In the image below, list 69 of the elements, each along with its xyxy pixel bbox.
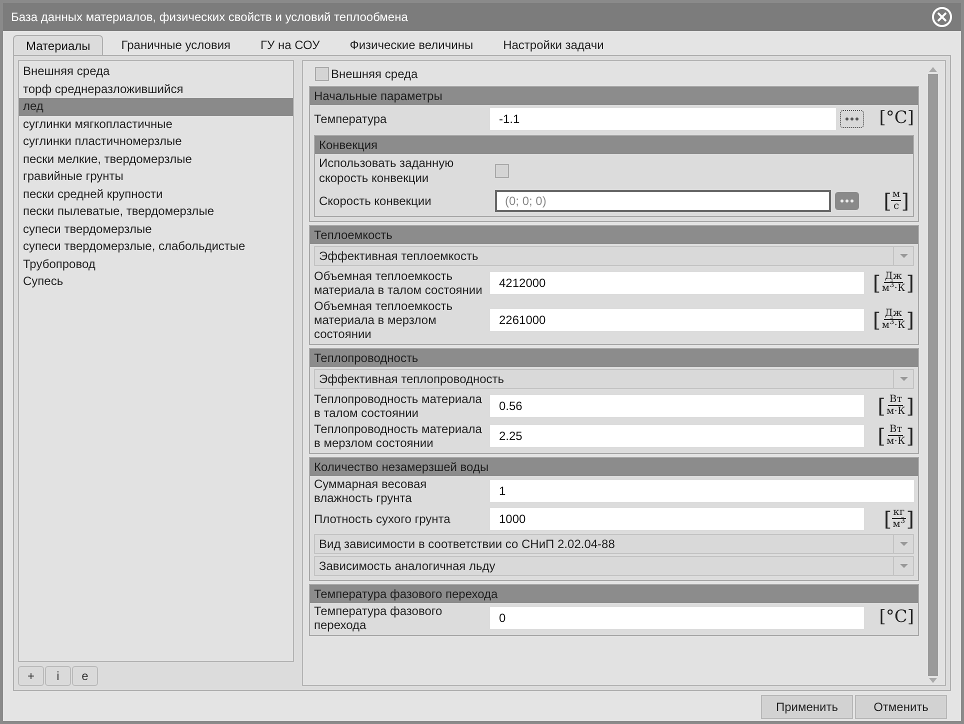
field-label: Суммарная весовая влажность грунта — [314, 476, 428, 504]
field-label: Скорость конвекции — [319, 194, 432, 208]
field-label: Температура — [314, 112, 388, 126]
tab[interactable]: Физические величины — [338, 35, 486, 55]
input-field[interactable]: 1 — [490, 480, 914, 502]
list-item[interactable]: Супесь — [19, 273, 293, 290]
list-item[interactable]: пески пылеватые, твердомерзлые — [19, 203, 293, 220]
checkbox[interactable] — [315, 67, 329, 81]
input-field[interactable]: 1000 — [490, 508, 864, 530]
input-field[interactable]: 2.25 — [490, 424, 864, 446]
list-item[interactable]: суглинки мягкопластичные — [19, 116, 293, 133]
list-item[interactable]: гравийные грунты — [19, 168, 293, 186]
list-action-button[interactable]: e — [72, 666, 98, 686]
footer-button[interactable]: Применить — [761, 695, 853, 719]
section-header: Теплоемкость — [310, 226, 918, 244]
section-header: Теплопроводность — [310, 348, 918, 366]
caret-icon — [900, 542, 908, 546]
list-item[interactable]: лед — [19, 98, 293, 116]
field-label: Объемная теплоемкость материала в талом состоянии — [314, 268, 484, 296]
field-label: Теплопроводность материала в талом состоянии — [314, 392, 483, 420]
ellipsis-button[interactable] — [840, 110, 864, 128]
scroll-down-icon — [929, 678, 937, 683]
list-item[interactable]: пески средней крупности — [19, 186, 293, 203]
section-header: Температура фазового перехода — [310, 584, 918, 602]
input-field[interactable]: 2261000 — [490, 308, 864, 330]
unit-label: [°C] — [879, 107, 914, 130]
caret-icon — [900, 376, 908, 380]
tab[interactable]: Граничные условия — [109, 35, 243, 55]
caret-icon — [900, 564, 908, 568]
dropdown[interactable]: Эффективная теплопроводность — [314, 368, 914, 388]
dropdown[interactable]: Вид зависимости в соответствии со СНиП 2.02.04-88 — [314, 534, 914, 554]
section-header: Начальные параметры — [310, 87, 918, 105]
input-field[interactable]: 0 — [490, 606, 864, 628]
field-label: Плотность сухого грунта — [314, 512, 452, 526]
checkbox[interactable] — [495, 164, 509, 178]
input-field[interactable]: -1.1 — [490, 108, 836, 130]
window-title: База данных материалов, физических свойств и условий теплообмена — [11, 9, 409, 26]
field-label: Объемная теплоемкость материала в мерзлом состоянии — [314, 298, 454, 340]
scrollbar[interactable] — [927, 65, 939, 685]
footer-button[interactable]: Отменить — [855, 695, 947, 719]
list-item[interactable]: суглинки пластичномерзлые — [19, 133, 293, 150]
field-label: Температура фазового перехода — [314, 604, 444, 632]
list-item[interactable]: пески мелкие, твердомерзлые — [19, 150, 293, 168]
input-field[interactable]: 4212000 — [490, 272, 864, 294]
list-item[interactable]: Внешняя среда — [19, 63, 293, 80]
list-item[interactable]: супеси твердомерзлые — [19, 220, 293, 238]
scroll-up-icon — [929, 67, 937, 72]
list-item[interactable]: Трубопровод — [19, 256, 293, 273]
tab[interactable]: Материалы — [13, 35, 104, 55]
dropdown[interactable]: Зависимость аналогичная льду — [314, 556, 914, 576]
dropdown[interactable]: Эффективная теплоемкость — [314, 246, 914, 266]
field-label: Теплопроводность материала в мерзлом состоянии — [314, 422, 483, 450]
checkbox-label: Внешняя среда — [331, 66, 418, 83]
section-header: Конвекция — [315, 136, 913, 154]
caret-icon — [900, 254, 908, 258]
list-action-button[interactable]: i — [45, 666, 71, 686]
section-header: Количество незамерзшей воды — [310, 458, 918, 476]
close-icon — [931, 6, 953, 28]
checkbox-label: Использовать заданную скорость конвекции — [319, 156, 455, 186]
ellipsis-icon — [845, 116, 859, 121]
tab[interactable]: Настройки задачи — [491, 35, 616, 55]
ellipsis-icon — [840, 198, 854, 202]
input-field[interactable]: 0.56 — [490, 394, 864, 416]
unit-label: [°C] — [879, 606, 914, 629]
list-item[interactable]: супеси твердомерзлые, слабольдистые — [19, 238, 293, 256]
tab[interactable]: ГУ на СОУ — [248, 35, 332, 55]
close-button[interactable] — [931, 6, 953, 28]
list-action-button[interactable]: + — [18, 666, 44, 686]
list-item[interactable]: торф среднеразложившийся — [19, 80, 293, 98]
